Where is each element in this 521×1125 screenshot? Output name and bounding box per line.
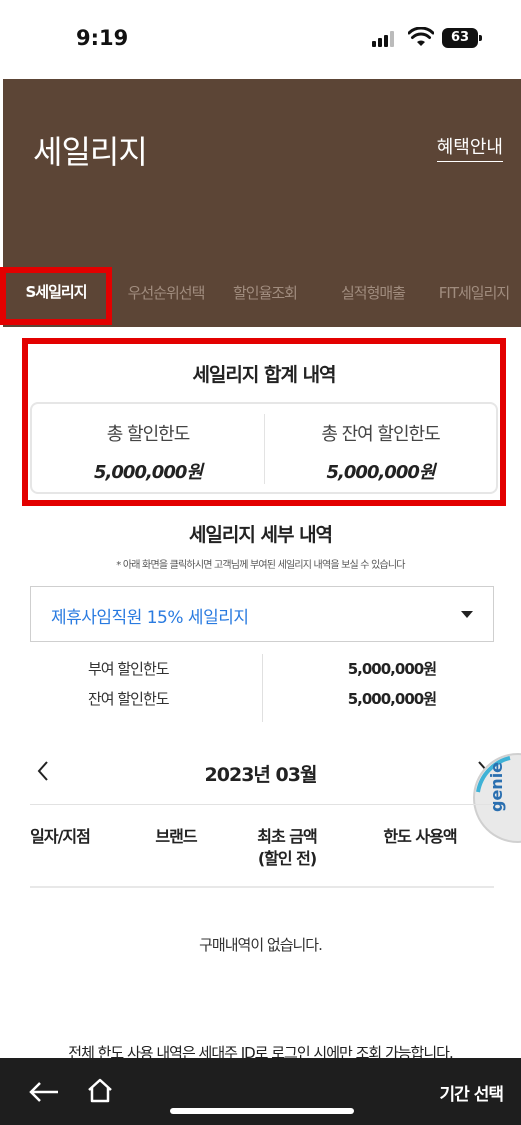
back-arrow-icon[interactable] [28,1080,60,1104]
dropdown-arrow-icon [461,611,473,618]
tab-s-saleage[interactable]: S세일리지 [0,267,112,325]
detail-note: * 아래 화면을 클릭하시면 고객님께 부여된 세일리지 내역을 보실 수 있습… [116,560,405,571]
granted-limit-label: 부여 할인한도 [88,660,170,678]
total-limit-cell: 총 할인한도 5,000,000원 [32,414,264,484]
benefit-guide-link[interactable]: 혜택안내 [436,133,503,162]
tab-discount-rate[interactable]: 할인율조회 [221,269,309,327]
page-title: 세일리지 [33,133,148,171]
detail-title: 세일리지 세부 내역 [188,524,333,546]
home-icon[interactable] [86,1076,114,1104]
total-limit-label: 총 할인한도 [106,424,191,445]
wifi-icon [408,27,434,46]
saleage-select-value: 제휴사임직원 15% 세일리지 [51,608,249,628]
saleage-summary: 세일리지 합계 내역 총 할인한도 5,000,000원 총 잔여 할인한도 5… [22,338,506,506]
remaining-detail-value: 5,000,000원 [347,690,437,708]
col-initial-amount: 최초 금액 (할인 전) [244,826,330,870]
table-top-line [30,804,494,805]
status-time: 9:19 [76,26,129,50]
bottom-nav-bar: 기간 선택 [0,1058,521,1125]
remaining-detail-label: 잔여 할인한도 [88,690,170,708]
tab-performance-sales[interactable]: 실적형매출 [327,269,419,327]
status-bar: 9:19 63 [0,0,521,78]
limit-details: 부여 할인한도 5,000,000원 잔여 할인한도 5,000,000원 [30,652,494,722]
summary-box: 총 할인한도 5,000,000원 총 잔여 할인한도 5,000,000원 [30,402,498,494]
total-limit-value: 5,000,000원 [94,462,203,483]
table-bottom-line [30,886,494,888]
remaining-limit-cell: 총 잔여 할인한도 5,000,000원 [264,414,496,484]
month-label: 2023년 03월 [204,764,318,786]
col-date-branch: 일자/지점 [30,827,91,846]
col-limit-used: 한도 사용액 [383,827,457,846]
granted-limit-value: 5,000,000원 [347,660,437,678]
home-indicator [170,1108,354,1114]
tab-bar: S세일리지 우선순위선택 할인율조회 실적형매출 FIT세일리지 [0,267,521,327]
tab-priority-select[interactable]: 우선순위선택 [115,269,217,327]
col-initial-amount-line2: (할인 전) [257,849,317,868]
battery-icon: 63 [442,28,482,48]
saleage-select[interactable]: 제휴사임직원 15% 세일리지 [30,586,494,642]
page-header: 세일리지 혜택안내 S세일리지 우선순위선택 할인율조회 실적형매출 FIT세일… [0,79,521,327]
col-brand: 브랜드 [155,827,197,846]
genie-floating-button[interactable]: genie [470,752,521,844]
col-initial-amount-line1: 최초 금액 [257,827,317,846]
signal-icon [372,31,398,47]
chevron-left-icon[interactable] [36,760,50,782]
divider [262,654,263,722]
summary-title: 세일리지 합계 내역 [192,364,336,386]
remaining-limit-label: 총 잔여 할인한도 [321,424,440,445]
remaining-limit-value: 5,000,000원 [326,462,436,483]
period-select-button[interactable]: 기간 선택 [440,1080,504,1105]
tab-fit-saleage[interactable]: FIT세일리지 [427,269,521,327]
empty-state-text: 구매내역이 없습니다. [199,936,323,954]
